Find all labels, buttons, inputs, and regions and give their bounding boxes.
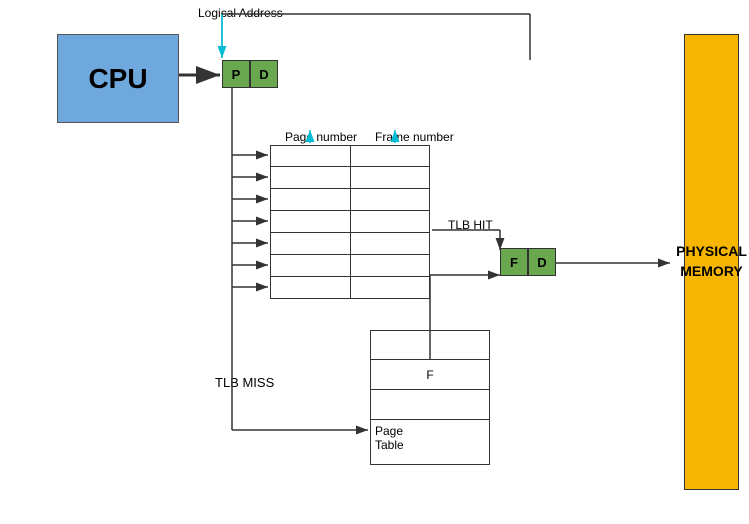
tlb-row (270, 277, 430, 299)
page-number-label: Page number (285, 130, 357, 144)
page-row (370, 330, 490, 360)
tlb-table (270, 145, 430, 299)
tlb-cell (350, 211, 430, 233)
tlb-cell (270, 167, 350, 189)
page-cell (370, 330, 490, 360)
tlb-cell (270, 145, 350, 167)
logical-address-label: Logical Address (198, 6, 283, 20)
tlb-hit-label: TLB HIT (448, 218, 493, 232)
diagram-container: CPU Logical Address P D Page number Fram… (0, 0, 749, 524)
tlb-cell (270, 233, 350, 255)
tlb-row (270, 233, 430, 255)
page-row: Page Table (370, 420, 490, 450)
f-box: F (500, 248, 528, 276)
p-box: P (222, 60, 250, 88)
tlb-miss-label: TLB MISS (215, 375, 274, 390)
tlb-row (270, 211, 430, 233)
tlb-cell (350, 145, 430, 167)
page-cell-label: Page Table (370, 420, 490, 465)
physical-memory-label: PHYSICAL MEMORY (676, 242, 747, 281)
tlb-cell (270, 277, 350, 299)
tlb-cell (270, 255, 350, 277)
page-row: F (370, 360, 490, 390)
page-row (370, 390, 490, 420)
tlb-cell (350, 167, 430, 189)
page-label-2: Table (375, 438, 404, 452)
page-table: F Page Table (370, 330, 490, 450)
tlb-cell (270, 189, 350, 211)
tlb-cell (350, 277, 430, 299)
tlb-cell (350, 233, 430, 255)
fd-container: F D (500, 248, 556, 276)
tlb-row (270, 167, 430, 189)
physical-memory: PHYSICAL MEMORY (684, 34, 739, 490)
tlb-row (270, 189, 430, 211)
tlb-cell (350, 255, 430, 277)
cpu-label: CPU (88, 63, 147, 95)
cpu-box: CPU (57, 34, 179, 123)
d-box-fd: D (528, 248, 556, 276)
page-label-1: Page (375, 424, 403, 438)
page-cell-f: F (370, 360, 490, 390)
tlb-cell (270, 211, 350, 233)
page-cell (370, 390, 490, 420)
pd-container: P D (222, 60, 278, 88)
tlb-cell (350, 189, 430, 211)
tlb-row (270, 255, 430, 277)
tlb-row (270, 145, 430, 167)
d-box: D (250, 60, 278, 88)
frame-number-label: Frame number (375, 130, 454, 144)
